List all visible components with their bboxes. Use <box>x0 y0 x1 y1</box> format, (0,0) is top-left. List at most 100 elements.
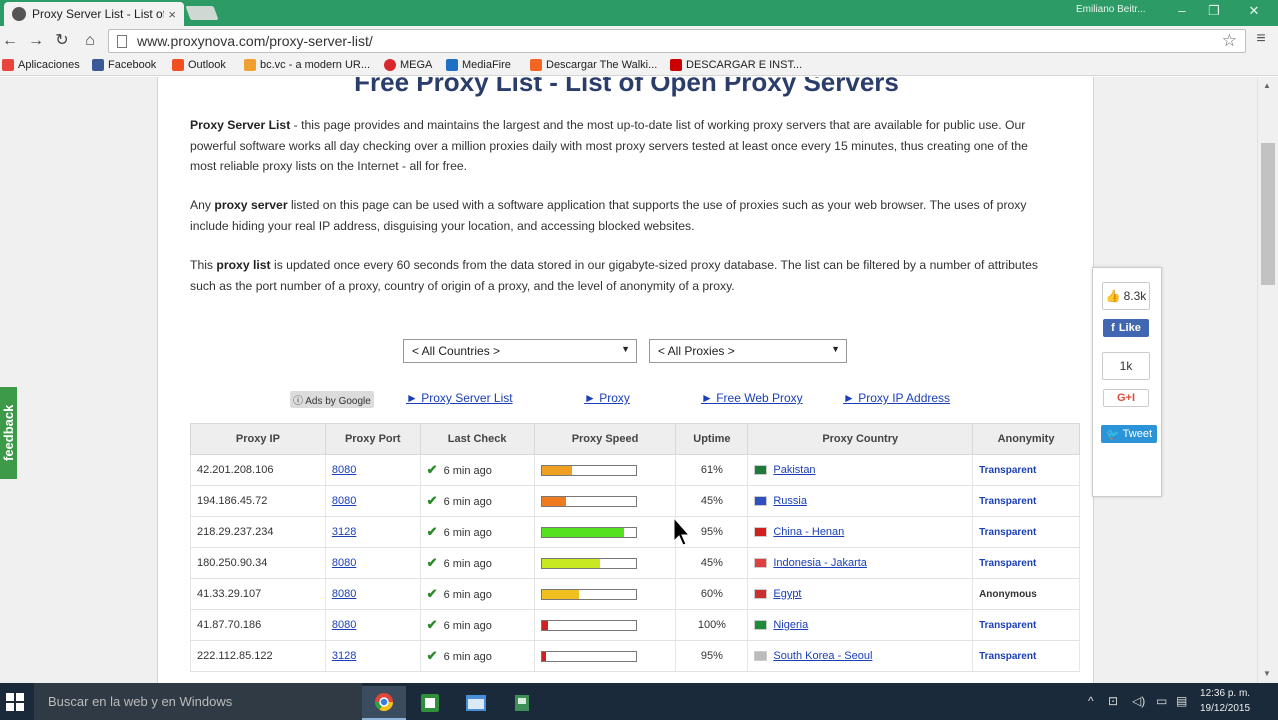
scroll-down-icon[interactable]: ▼ <box>1263 669 1271 678</box>
restore-icon[interactable]: ❐ <box>1204 3 1224 19</box>
taskbar: Buscar en la web y en Windows ^ ⊡ ◁) ▭ ▤… <box>0 683 1278 720</box>
header-proxy-port[interactable]: Proxy Port <box>324 423 421 455</box>
usage-paragraph: Any proxy server listed on this page can… <box>190 198 1027 233</box>
bookmark-mega[interactable]: MEGA <box>384 59 432 71</box>
country-link[interactable]: Nigeria <box>773 619 808 631</box>
bookmark-mediafire[interactable]: MediaFire <box>446 59 511 71</box>
taskbar-search-input[interactable]: Buscar en la web y en Windows <box>34 683 362 720</box>
network-icon[interactable]: ⊡ <box>1108 694 1118 708</box>
proxy-country-cell: Pakistan <box>747 454 974 486</box>
country-link[interactable]: Pakistan <box>773 464 815 476</box>
close-tab-icon[interactable]: × <box>168 7 176 22</box>
gplus-button[interactable]: G+I <box>1103 389 1149 407</box>
bookmark-descargar[interactable]: Descargar The Walki... <box>530 59 657 71</box>
header-anonymity[interactable]: Anonymity <box>972 423 1080 455</box>
table-row: 194.186.45.72 8080 ✔ 6 min ago 45% Russia Tran… <box>190 485 1080 517</box>
menu-icon[interactable]: ≡ <box>1252 30 1270 48</box>
proxy-port-link[interactable]: 3128 <box>332 650 356 662</box>
browser-tab[interactable]: Proxy Server List - List of F × <box>4 2 184 26</box>
table-row: 222.112.85.122 3128 ✔ 6 min ago 95% South Kor… <box>190 640 1080 672</box>
bookmark-facebook[interactable]: Facebook <box>92 59 156 71</box>
country-link[interactable]: Russia <box>773 495 807 507</box>
ad-link-proxy[interactable]: ► Proxy <box>584 391 630 405</box>
bookmark-bcvc[interactable]: bc.vc - a modern UR... <box>244 59 370 71</box>
country-link[interactable]: China - Henan <box>773 526 844 538</box>
country-link[interactable]: Indonesia - Jakarta <box>773 557 867 569</box>
windows-start-icon[interactable] <box>6 693 24 711</box>
proxy-ip-cell: 194.186.45.72 <box>190 485 326 517</box>
ad-link-proxy-server-list[interactable]: ► Proxy Server List <box>406 391 513 405</box>
proxy-port-link[interactable]: 8080 <box>332 588 356 600</box>
ad-link-proxy-ip-address[interactable]: ► Proxy IP Address <box>843 391 950 405</box>
facebook-like-button[interactable]: f Like <box>1103 319 1149 337</box>
proxy-country-cell: Indonesia - Jakarta <box>747 547 974 579</box>
country-flag-icon <box>754 465 768 476</box>
country-filter-select[interactable]: < All Countries > ▼ <box>403 339 637 363</box>
proxy-country-cell: Russia <box>747 485 974 517</box>
new-tab-button[interactable] <box>185 6 219 20</box>
window-app-icon <box>466 695 486 711</box>
country-link[interactable]: South Korea - Seoul <box>773 650 872 662</box>
volume-icon[interactable]: ◁) <box>1132 694 1145 708</box>
last-check-text: 6 min ago <box>443 589 492 601</box>
header-last-check[interactable]: Last Check <box>419 423 535 455</box>
content-area: Free Proxy List - List of Open Proxy Ser… <box>157 77 1094 683</box>
close-window-icon[interactable]: ✕ <box>1244 3 1264 19</box>
vertical-scrollbar[interactable]: ▲ ▼ <box>1257 77 1278 683</box>
header-proxy-ip[interactable]: Proxy IP <box>190 423 326 455</box>
header-proxy-speed[interactable]: Proxy Speed <box>533 423 677 455</box>
url-text[interactable]: www.proxynova.com/proxy-server-list/ <box>137 33 373 49</box>
country-flag-icon <box>754 496 768 507</box>
proxy-port-link[interactable]: 8080 <box>332 495 356 507</box>
proxy-port-link[interactable]: 8080 <box>332 557 356 569</box>
explorer-taskbar-button[interactable] <box>454 686 498 720</box>
chrome-taskbar-button[interactable] <box>362 686 406 720</box>
tray-chevron-icon[interactable]: ^ <box>1088 694 1094 708</box>
proxy-ip-cell: 41.87.70.186 <box>190 609 326 641</box>
scrollbar-thumb[interactable] <box>1261 143 1275 285</box>
profile-name[interactable]: Emiliano Beitr... <box>1076 4 1145 15</box>
camtasia-taskbar-button[interactable] <box>408 686 452 720</box>
header-proxy-country[interactable]: Proxy Country <box>747 423 974 455</box>
notifications-icon[interactable]: ▤ <box>1176 694 1187 708</box>
page-icon <box>117 34 127 48</box>
proxy-port-link[interactable]: 8080 <box>332 464 356 476</box>
forward-icon[interactable]: → <box>26 31 46 51</box>
last-check-text: 6 min ago <box>443 651 492 663</box>
ads-by-google-label[interactable]: ⓘ Ads by Google <box>290 391 374 408</box>
table-row: 218.29.237.234 3128 ✔ 6 min ago 95% China - H… <box>190 516 1080 548</box>
keyboard-icon[interactable]: ▭ <box>1156 694 1167 708</box>
dropdown-arrow-icon: ▼ <box>831 344 840 354</box>
home-icon[interactable]: ⌂ <box>80 31 100 51</box>
last-check-cell: ✔ 6 min ago <box>419 485 535 517</box>
bookmark-descargar-e-inst[interactable]: DESCARGAR E INST... <box>670 59 802 71</box>
windows-icon <box>172 59 184 71</box>
country-link[interactable]: Egypt <box>773 588 801 600</box>
taskbar-clock[interactable]: 12:36 p. m. 19/12/2015 <box>1200 686 1250 716</box>
anonymity-cell: Transparent <box>972 609 1080 641</box>
proxy-port-link[interactable]: 8080 <box>332 619 356 631</box>
speed-bar <box>540 526 637 538</box>
browser-toolbar: ← → ↻ ⌂ www.proxynova.com/proxy-server-l… <box>0 26 1278 56</box>
mediafire-icon <box>446 59 458 71</box>
feedback-tab[interactable]: feedback <box>0 387 17 479</box>
reload-icon[interactable]: ↻ <box>52 31 72 51</box>
proxy-port-cell: 8080 <box>324 547 421 579</box>
bookmark-star-icon[interactable]: ☆ <box>1222 31 1237 51</box>
dropdown-arrow-icon: ▼ <box>621 344 630 354</box>
country-flag-icon <box>754 620 768 631</box>
proxy-port-link[interactable]: 3128 <box>332 526 356 538</box>
minimize-icon[interactable]: – <box>1172 3 1192 18</box>
ad-link-free-web-proxy[interactable]: ► Free Web Proxy <box>701 391 803 405</box>
proxy-filter-select[interactable]: < All Proxies > ▼ <box>649 339 847 363</box>
bookmark-outlook[interactable]: Outlook <box>172 59 226 71</box>
tweet-button[interactable]: 🐦 Tweet <box>1101 425 1157 443</box>
back-icon[interactable]: ← <box>0 31 20 51</box>
network-app-taskbar-button[interactable] <box>500 686 544 720</box>
bookmark-apps[interactable]: Aplicaciones <box>2 59 80 71</box>
scroll-up-icon[interactable]: ▲ <box>1263 81 1271 90</box>
address-bar[interactable]: www.proxynova.com/proxy-server-list/ ☆ <box>108 29 1246 53</box>
header-uptime[interactable]: Uptime <box>675 423 749 455</box>
uptime-cell: 61% <box>675 454 749 486</box>
proxy-ip: 222.112.85.122 <box>197 650 273 662</box>
